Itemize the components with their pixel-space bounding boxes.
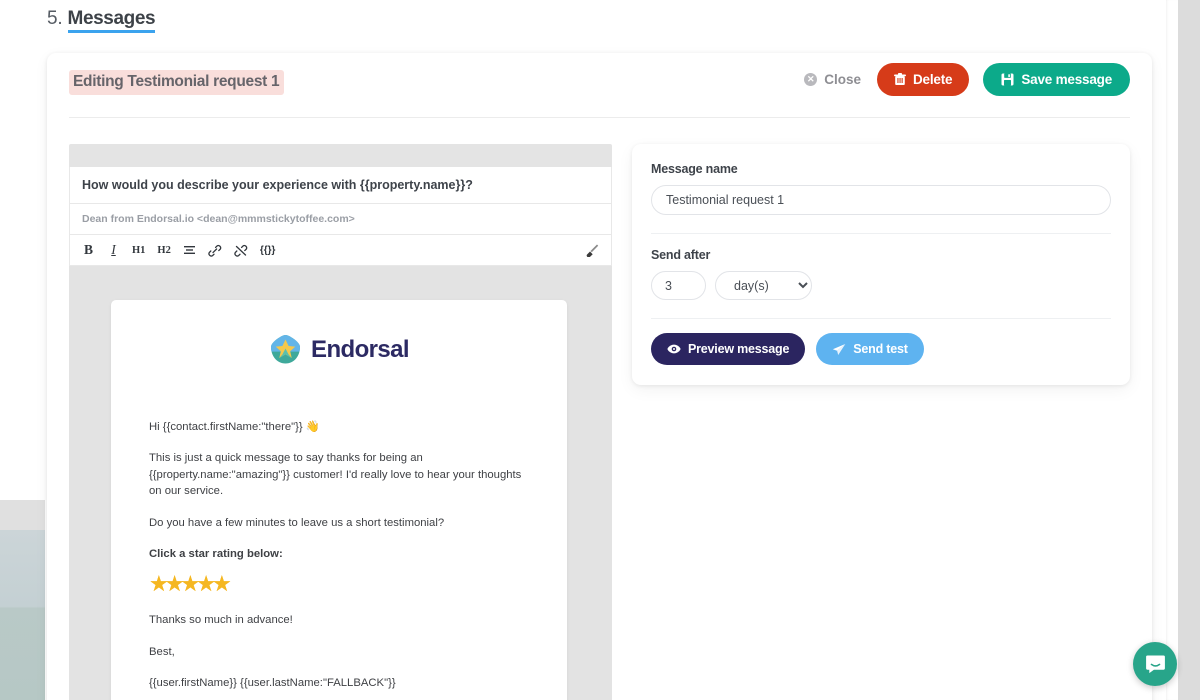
header-actions: ✕ Close Delete Save message bbox=[802, 63, 1130, 96]
editor-top-bar bbox=[69, 144, 612, 167]
left-chrome-sliver-top bbox=[0, 500, 45, 530]
send-after-unit-select[interactable]: minute(s)hour(s)day(s)week(s) bbox=[715, 271, 812, 300]
message-name-input[interactable] bbox=[651, 185, 1111, 215]
email-preview-area: Endorsal Hi {{contact.firstName:"there"}… bbox=[69, 266, 612, 700]
toolbar-buttons: B I H1 H2 {{}} bbox=[82, 242, 275, 258]
trash-icon bbox=[894, 73, 906, 85]
save-button-label: Save message bbox=[1021, 72, 1112, 87]
card-header: Editing Testimonial request 1 ✕ Close De… bbox=[69, 53, 1130, 118]
right-page-gap bbox=[1166, 0, 1178, 700]
email-rating-prompt: Click a star rating below: bbox=[149, 547, 283, 560]
send-after-row: minute(s)hour(s)day(s)week(s) bbox=[651, 271, 1111, 300]
close-button-label: Close bbox=[824, 72, 861, 87]
heading-2-icon[interactable]: H2 bbox=[157, 242, 170, 258]
rich-text-toolbar: B I H1 H2 {{}} bbox=[69, 235, 612, 266]
email-body: Hi {{contact.firstName:"there"}} 👋 This … bbox=[149, 419, 529, 691]
left-chrome-sliver bbox=[0, 530, 45, 700]
italic-icon[interactable]: I bbox=[107, 242, 120, 258]
email-greeting: Hi {{contact.firstName:"there"}} 👋 bbox=[149, 421, 320, 433]
floppy-disk-icon bbox=[1001, 73, 1014, 86]
star-icon[interactable]: ★ bbox=[212, 573, 232, 595]
settings-actions: Preview message Send test bbox=[651, 333, 1111, 365]
send-after-label: Send after bbox=[651, 248, 711, 262]
app-root: 5. Messages Editing Testimonial request … bbox=[0, 0, 1200, 700]
save-message-button[interactable]: Save message bbox=[983, 63, 1130, 96]
page-step-number: 5. bbox=[47, 8, 63, 29]
eye-icon bbox=[667, 344, 681, 354]
message-settings-card: Message name Send after minute(s)hour(s)… bbox=[632, 144, 1130, 385]
merge-tag-icon[interactable]: {{}} bbox=[260, 242, 276, 258]
email-thanks: Thanks so much in advance! bbox=[149, 614, 293, 627]
email-logo: Endorsal bbox=[149, 334, 529, 365]
right-chrome-sliver bbox=[1178, 0, 1200, 700]
intercom-chat-button[interactable] bbox=[1133, 642, 1177, 686]
preview-button-label: Preview message bbox=[688, 342, 790, 356]
heading-1-icon[interactable]: H1 bbox=[132, 242, 145, 258]
delete-button[interactable]: Delete bbox=[877, 63, 970, 96]
page-title: 5. Messages bbox=[47, 8, 156, 33]
paintbrush-icon[interactable] bbox=[584, 242, 599, 258]
subject-line[interactable]: How would you describe your experience w… bbox=[69, 167, 612, 204]
email-preview-card: Endorsal Hi {{contact.firstName:"there"}… bbox=[111, 300, 567, 700]
bold-icon[interactable]: B bbox=[82, 242, 95, 258]
email-paragraph-1: This is just a quick message to say than… bbox=[149, 452, 522, 498]
from-line[interactable]: Dean from Endorsal.io <dean@mmmstickytof… bbox=[69, 204, 612, 235]
email-signature: {{user.firstName}} {{user.lastName:"FALL… bbox=[149, 677, 396, 689]
message-editor-card: Editing Testimonial request 1 ✕ Close De… bbox=[47, 53, 1152, 700]
link-icon[interactable] bbox=[208, 242, 222, 258]
message-name-label: Message name bbox=[651, 162, 738, 176]
unlink-icon[interactable] bbox=[234, 242, 248, 258]
star-rating[interactable]: ★ ★ ★ ★ ★ bbox=[149, 573, 529, 595]
email-signoff: Best, bbox=[149, 645, 175, 658]
settings-divider-1 bbox=[651, 233, 1111, 234]
circle-x-icon: ✕ bbox=[804, 73, 818, 86]
email-paragraph-2: Do you have a few minutes to leave us a … bbox=[149, 516, 445, 529]
preview-message-button[interactable]: Preview message bbox=[651, 333, 806, 365]
card-body: How would you describe your experience w… bbox=[47, 118, 1152, 700]
close-button[interactable]: ✕ Close bbox=[802, 67, 863, 92]
editing-title: Editing Testimonial request 1 bbox=[69, 70, 285, 95]
email-editor-column: How would you describe your experience w… bbox=[69, 144, 612, 700]
paper-plane-icon bbox=[833, 343, 846, 355]
send-test-button[interactable]: Send test bbox=[816, 333, 924, 365]
settings-column: Message name Send after minute(s)hour(s)… bbox=[632, 144, 1130, 700]
chat-bubble-icon bbox=[1145, 655, 1165, 673]
send-after-value-input[interactable] bbox=[651, 271, 706, 300]
settings-divider-2 bbox=[651, 318, 1111, 319]
send-test-button-label: Send test bbox=[853, 342, 908, 356]
email-logo-text: Endorsal bbox=[311, 335, 410, 363]
endorsal-star-badge-icon bbox=[271, 335, 301, 364]
delete-button-label: Delete bbox=[913, 72, 953, 87]
align-center-icon[interactable] bbox=[183, 242, 196, 258]
page-title-text: Messages bbox=[67, 8, 156, 33]
